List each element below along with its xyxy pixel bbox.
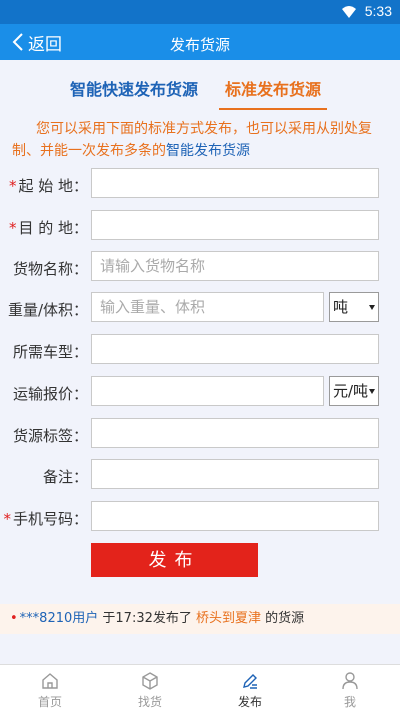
row-origin: * 起 始 地： [0, 168, 400, 200]
cargo-name-input[interactable] [91, 251, 379, 281]
row-price: 运输报价： 元/吨 [0, 376, 400, 408]
origin-label: * 起 始 地： [8, 177, 88, 195]
ticker-route[interactable]: 桥头到夏津 [196, 611, 261, 626]
status-time: 5:33 [364, 3, 392, 19]
dropdown-arrow-icon [369, 389, 375, 394]
ticker-text: 于17:32发布了 [98, 611, 196, 626]
tags-label: 货源标签： [12, 427, 88, 445]
app-header: 返回 发布货源 [0, 24, 400, 60]
row-phone: * 手机号码： [0, 501, 400, 533]
row-vehicle: 所需车型： [0, 334, 400, 366]
weight-input[interactable] [91, 292, 324, 322]
row-cargo-name: 货物名称： [0, 251, 400, 283]
destination-label: * 目 的 地： [8, 219, 88, 237]
required-mark: * [8, 219, 17, 237]
publish-tabs: 智能快速发布货源 标准发布货源 [0, 70, 400, 110]
bullet-icon: • [10, 611, 18, 626]
row-remark: 备注： [0, 459, 400, 491]
vehicle-label: 所需车型： [12, 343, 88, 361]
page-title: 发布货源 [169, 36, 230, 54]
nav-label: 首页 [37, 695, 62, 709]
destination-input[interactable] [91, 210, 379, 240]
phone-label: * 手机号码： [3, 510, 88, 528]
price-input[interactable] [91, 376, 324, 406]
bottom-nav: 首页 找货 发布 我 [0, 664, 400, 711]
nav-me[interactable]: 我 [300, 665, 400, 711]
ticker-user: ***8210用户 [19, 611, 99, 626]
tags-input[interactable] [91, 418, 379, 448]
smart-publish-link[interactable]: 智能发布货源 [166, 143, 250, 159]
person-icon [342, 672, 358, 690]
intro-text: 您可以采用下面的标准方式发布，也可以采用从别处复制、并能一次发布多条的智能发布货… [12, 118, 388, 162]
publish-button[interactable]: 发布 [91, 543, 258, 577]
row-weight: 重量/体积： 吨 [0, 292, 400, 324]
required-mark: * [8, 177, 17, 195]
nav-find-cargo[interactable]: 找货 [100, 665, 200, 711]
tab-smart-publish[interactable]: 智能快速发布货源 [70, 76, 198, 100]
tab-standard-publish[interactable]: 标准发布货源 [219, 76, 328, 110]
nav-label: 发布 [237, 695, 262, 709]
ticker-text-end: 的货源 [261, 611, 305, 626]
dropdown-arrow-icon [369, 305, 375, 310]
home-icon [42, 673, 58, 689]
required-mark: * [3, 510, 11, 528]
nav-publish[interactable]: 发布 [200, 665, 300, 711]
remark-input[interactable] [91, 459, 379, 489]
box-icon [142, 672, 158, 690]
row-destination: * 目 的 地： [0, 210, 400, 242]
cargo-name-label: 货物名称： [12, 260, 88, 278]
remark-label: 备注： [42, 468, 88, 486]
phone-input[interactable] [91, 501, 379, 531]
status-bar: 5:33 [0, 0, 400, 24]
price-label: 运输报价： [12, 385, 88, 403]
nav-home[interactable]: 首页 [0, 665, 100, 711]
vehicle-input[interactable] [91, 334, 379, 364]
edit-icon [243, 674, 257, 689]
weight-unit-select[interactable]: 吨 [329, 292, 379, 322]
row-tags: 货源标签： [0, 418, 400, 450]
nav-label: 找货 [137, 695, 162, 709]
publish-ticker: • ***8210用户 于17:32发布了 桥头到夏津 的货源 [0, 604, 400, 634]
wifi-icon [342, 6, 356, 18]
price-unit-select[interactable]: 元/吨 [329, 376, 379, 406]
weight-label: 重量/体积： [7, 301, 88, 319]
origin-input[interactable] [91, 168, 379, 198]
nav-label: 我 [343, 695, 356, 709]
